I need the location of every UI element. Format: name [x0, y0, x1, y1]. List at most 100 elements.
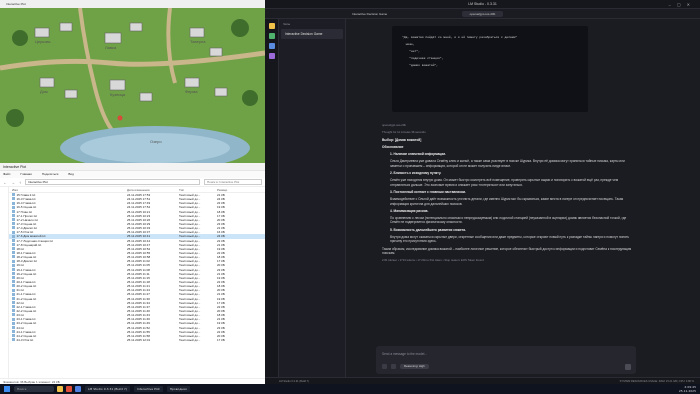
text-file-icon: [12, 280, 15, 284]
text-file-icon: [12, 247, 15, 251]
input-tools: Reasoning: High: [382, 364, 429, 369]
text-file-icon: [12, 242, 15, 246]
game-window[interactable]: Interactive Plot Церковь Лавка Таверна Д…: [0, 0, 265, 163]
chats-header: Чаты: [283, 22, 291, 26]
text-file-icon: [12, 321, 15, 325]
taskbar-task[interactable]: Interactive Plot: [133, 386, 163, 392]
village-map[interactable]: Церковь Лавка Таверна Дом Кузница Озеро …: [0, 8, 265, 163]
lm-topbar: openai/gpt-oss-20b: [265, 9, 700, 19]
text-file-icon: [12, 276, 15, 280]
code-line: "Да, вожатая пойдёт со мной, и я ей помо…: [402, 36, 518, 39]
code-line: "домик вожатой",: [402, 64, 439, 67]
text-file-icon: [12, 197, 15, 201]
choice-line: Выбор: [Домик вожатой]: [382, 137, 422, 142]
text-file-icon: [12, 222, 15, 226]
explorer-ribbon: Файл Главная Поделиться Вид: [0, 171, 265, 178]
model-selector[interactable]: openai/gpt-oss-20b: [461, 10, 504, 17]
navigation-pane[interactable]: [0, 187, 9, 378]
text-file-icon: [12, 329, 15, 333]
point-body: Взаимодействие с Ольгой даёт возможность…: [390, 197, 624, 206]
code-line: "лодочная станция",: [402, 57, 444, 60]
text-file-icon: [12, 201, 15, 205]
attach-icon[interactable]: [382, 364, 387, 369]
column-size[interactable]: Размер: [217, 187, 247, 192]
developer-icon[interactable]: [268, 33, 275, 39]
start-button-icon[interactable]: [4, 386, 10, 392]
taskbar-task[interactable]: Проводник: [166, 386, 191, 392]
tools-icon[interactable]: [391, 364, 396, 369]
map-label: Ферма: [185, 89, 198, 94]
map-label: Церковь: [35, 39, 51, 44]
ribbon-tab-view[interactable]: Вид: [68, 171, 73, 178]
message-placeholder: Send a message to the model...: [382, 352, 428, 356]
address-path[interactable]: Interactive Plot: [25, 179, 200, 185]
explorer-search-input[interactable]: Поиск в: Interactive Plot: [204, 179, 262, 185]
file-type-text: Текстовый до...: [179, 337, 201, 342]
desktop: Interactive Plot Церковь Лавка Таверна Д…: [0, 0, 700, 394]
file-explorer-window[interactable]: Interactive Plot Файл Главная Поделиться…: [0, 163, 265, 384]
code-block: "Да, вожатая пойдёт со мной, и я ей помо…: [392, 26, 588, 112]
point-body: Семён уже находится внутри дома. Он може…: [390, 178, 619, 187]
clock-date: 25.11.2025: [678, 389, 696, 393]
point-body: Ольга Дмитриевна уже давала Семёну ключ …: [390, 159, 625, 168]
chat-icon[interactable]: [268, 23, 275, 29]
models-icon[interactable]: [268, 43, 275, 49]
ribbon-tab-home[interactable]: Главная: [20, 171, 31, 178]
point-title: 2. Близость к исходному пункту.: [390, 171, 442, 176]
map-label: Таверна: [190, 39, 206, 44]
file-list[interactable]: Имя Дата изменения Тип Размер 15 Глава 2…: [9, 187, 265, 378]
code-line: "нет",: [402, 50, 421, 53]
point-body: Внутри дома могут оказаться скрытые двер…: [390, 235, 630, 244]
text-file-icon: [12, 334, 15, 338]
text-file-icon: [12, 313, 15, 317]
text-file-icon: [12, 271, 15, 275]
file-date-text: 25.11.2025 12:01: [127, 337, 151, 342]
taskbar-task[interactable]: LM Studio 0.3.31 (Build 7): [85, 386, 130, 392]
file-row[interactable]: 24-3 Итог.txt 25.11.2025 12:01 Текстовый д…: [9, 338, 265, 342]
explorer-icon[interactable]: [57, 386, 63, 392]
taskbar-search[interactable]: Поиск: [14, 386, 54, 392]
send-button[interactable]: [625, 364, 631, 370]
text-file-icon: [12, 267, 15, 271]
chat-main: Interactive Decision Game "Да, вожатая п…: [346, 12, 700, 384]
forward-arrow-icon[interactable]: →: [11, 180, 15, 185]
text-file-icon: [12, 238, 15, 242]
up-arrow-icon[interactable]: ↑: [19, 180, 21, 185]
taskbar-clock[interactable]: 2:09:45 25.11.2025: [679, 385, 696, 393]
text-file-icon: [12, 263, 15, 267]
map-label: Кузница: [110, 92, 126, 97]
text-file-icon: [12, 284, 15, 288]
text-file-icon: [12, 300, 15, 304]
reasoning-header: Обоснование: [382, 144, 404, 149]
message-input[interactable]: Send a message to the model... Reasoning…: [376, 346, 636, 374]
app-icon[interactable]: [75, 386, 81, 392]
map-label: Озеро: [150, 139, 162, 144]
thought-toggle[interactable]: Thought for 11 minutes 36 seconds: [382, 130, 632, 134]
window-controls[interactable]: –▢✕: [669, 0, 696, 9]
text-file-icon: [12, 226, 15, 230]
lm-studio-window[interactable]: LM Studio - 0.3.31 –▢✕ openai/gpt-oss-20…: [265, 0, 700, 384]
search-icon[interactable]: [268, 53, 275, 59]
lm-titlebar: LM Studio - 0.3.31 –▢✕: [265, 0, 700, 9]
ribbon-tab-share[interactable]: Поделиться: [42, 171, 59, 178]
text-file-icon: [12, 305, 15, 309]
column-type[interactable]: Тип: [179, 187, 217, 192]
lm-status-bar: LM Studio 0.3.31 (Build 7) SYSTEM RESOUR…: [265, 377, 700, 384]
assistant-response: openai/gpt-oss-20b Thought for 11 minute…: [382, 123, 632, 266]
reasoning-level-button[interactable]: Reasoning: High: [400, 364, 429, 369]
back-arrow-icon[interactable]: ←: [3, 180, 7, 185]
file-name-text: 24-3 Итог.txt: [16, 337, 34, 342]
browser-icon[interactable]: [66, 386, 72, 392]
text-file-icon: [12, 209, 15, 213]
point-body: По сравнению с лесом (потенциально опасн…: [390, 216, 627, 225]
text-file-icon: [12, 214, 15, 217]
ribbon-tab-file[interactable]: Файл: [3, 171, 10, 178]
column-name[interactable]: Имя: [9, 187, 127, 192]
text-file-icon: [12, 205, 15, 209]
chat-item[interactable]: Interactive Decision Game: [281, 29, 343, 39]
file-rows: 15 Глава 2.txt 24.11.2025 17:53 Текстовый …: [9, 193, 265, 342]
column-date[interactable]: Дата изменения: [127, 187, 179, 192]
file-size: 17 КБ: [217, 338, 247, 342]
text-file-icon: [12, 259, 15, 263]
chat-tab[interactable]: Interactive Decision Game: [352, 10, 387, 19]
